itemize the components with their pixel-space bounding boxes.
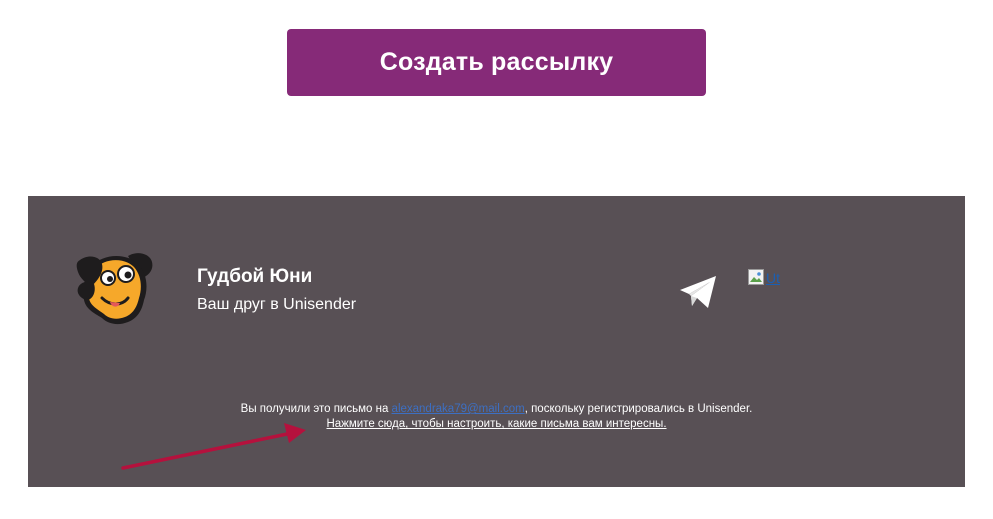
telegram-icon[interactable] bbox=[678, 274, 718, 310]
notice-suffix: , поскольку регистрировались в Unisender… bbox=[524, 403, 753, 415]
social-link-broken-image[interactable]: Ut bbox=[748, 269, 780, 285]
sender-tagline: Ваш друг в Unisender bbox=[197, 296, 357, 313]
email-preferences-link[interactable]: Нажмите сюда, чтобы настроить, какие пис… bbox=[326, 418, 666, 430]
dog-mascot-icon bbox=[76, 253, 153, 325]
email-footer: Гудбой Юни Ваш друг в Unisender Ut Вы по… bbox=[28, 196, 965, 487]
create-campaign-button[interactable]: Создать рассылку bbox=[287, 29, 706, 96]
broken-image-icon bbox=[748, 269, 764, 285]
sender-name: Гудбой Юни bbox=[197, 266, 313, 287]
email-page: Создать рассылку Гудбой Юни Ваш друг в U… bbox=[0, 0, 993, 519]
subscription-notice: Вы получили это письмо на alexandraka79@… bbox=[28, 402, 965, 432]
recipient-email-link[interactable]: alexandraka79@mail.com bbox=[392, 403, 525, 415]
broken-image-alt: Ut bbox=[766, 270, 780, 286]
notice-prefix: Вы получили это письмо на bbox=[240, 403, 392, 415]
